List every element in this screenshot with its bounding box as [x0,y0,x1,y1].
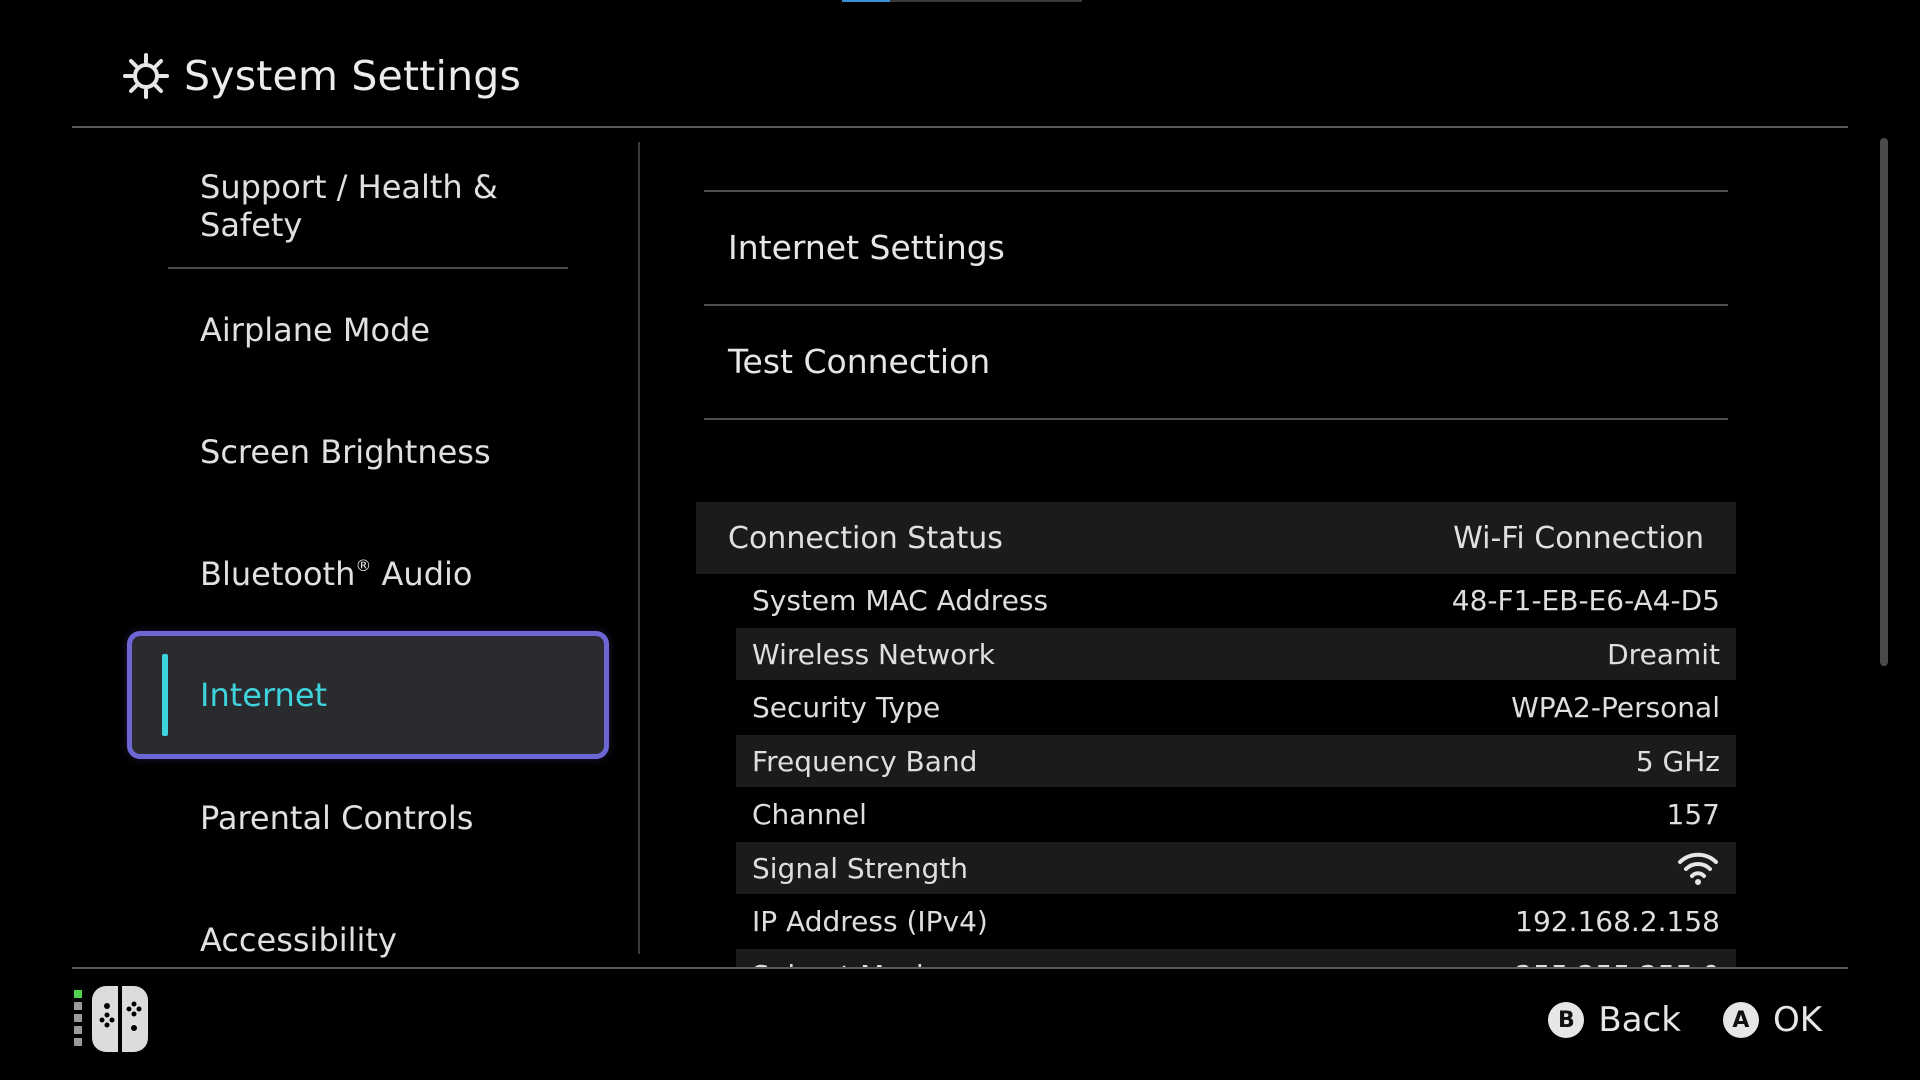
info-label: Frequency Band [752,744,978,778]
wifi-signal-icon [1678,852,1718,885]
sidebar: Support / Health & Safety Airplane Mode … [0,128,640,967]
gear-icon [123,53,169,99]
ok-label: OK [1772,1000,1822,1040]
sidebar-item-bluetooth-audio[interactable]: Bluetooth® Audio [168,529,568,619]
connection-status-value: Wi-Fi Connection [1453,520,1704,556]
info-label: System MAC Address [752,583,1049,617]
back-label: Back [1598,1000,1681,1040]
info-label: Channel [752,797,867,831]
sidebar-item-label: Airplane Mode [200,311,431,349]
info-value: 192.168.2.158 [1515,904,1720,938]
ok-button[interactable]: A OK [1722,1000,1822,1040]
selection-indicator-bar [162,654,168,736]
info-row-frequency-band: Frequency Band 5 GHz [736,735,1736,787]
info-label: Security Type [752,690,941,724]
page-title: System Settings [184,52,522,100]
panel-divider [638,142,640,954]
sidebar-item-parental-controls[interactable]: Parental Controls [168,773,568,863]
menu-divider [704,418,1728,420]
info-label: IP Address (IPv4) [752,904,988,938]
connection-status-label: Connection Status [728,520,1003,556]
info-row-subnet-mask: Subnet Mask 255.255.255.0 [736,949,1736,967]
info-value: 48-F1-EB-E6-A4-D5 [1451,583,1720,617]
info-row-signal-strength: Signal Strength [736,842,1736,894]
info-value: 5 GHz [1635,744,1720,778]
system-settings-screen: System Settings Support / Health & Safet… [0,0,1920,1080]
info-value: WPA2-Personal [1511,690,1720,724]
sidebar-separator [168,267,568,269]
back-button[interactable]: B Back [1548,1000,1681,1040]
sidebar-item-label: Bluetooth® Audio [168,555,472,593]
registered-mark: ® [355,556,372,575]
sidebar-item-internet[interactable]: Internet [132,636,604,754]
bluetooth-text: Bluetooth [200,555,356,593]
info-row-channel: Channel 157 [736,788,1736,840]
a-button-icon: A [1722,1002,1759,1038]
top-page-indicator-active [842,0,890,2]
audio-text: Audio [381,555,473,593]
sidebar-item-label: Screen Brightness [200,433,491,471]
top-page-indicator [842,0,1082,2]
scrollbar[interactable] [1880,138,1888,666]
info-label: Subnet Mask [752,959,932,968]
info-label: Signal Strength [752,851,969,885]
sidebar-item-label: Parental Controls [200,799,474,837]
joycon-controller-icon [74,986,148,1052]
menu-item-label: Test Connection [728,341,991,381]
sidebar-item-airplane-mode[interactable]: Airplane Mode [168,285,568,375]
sidebar-item-label: Support / Health & Safety [200,168,498,244]
internet-settings-button[interactable]: Internet Settings [704,192,1728,302]
test-connection-button[interactable]: Test Connection [704,306,1728,416]
info-row-wireless-network: Wireless Network Dreamit [736,628,1736,680]
info-row-mac-address: System MAC Address 48-F1-EB-E6-A4-D5 [736,574,1736,626]
b-button-icon: B [1548,1002,1585,1038]
info-value: Dreamit [1607,637,1720,671]
footer-buttons: B Back A OK [1506,996,1822,1044]
info-row-ip-address: IP Address (IPv4) 192.168.2.158 [736,895,1736,947]
sidebar-item-accessibility[interactable]: Accessibility [168,895,568,967]
connection-status-row: Connection Status Wi-Fi Connection [696,502,1736,574]
sidebar-item-label: Accessibility [200,921,397,959]
info-row-security-type: Security Type WPA2-Personal [736,681,1736,733]
sidebar-item-screen-brightness[interactable]: Screen Brightness [168,407,568,497]
footer-divider [72,967,1848,969]
sidebar-item-support[interactable]: Support / Health & Safety [168,161,568,251]
main-panel: Internet Settings Test Connection Connec… [660,128,1790,967]
menu-item-label: Internet Settings [728,227,1005,267]
page-header: System Settings [122,46,521,106]
info-value: 157 [1666,797,1720,831]
info-label: Wireless Network [752,637,995,671]
info-value: 255.255.255.0 [1515,959,1720,968]
